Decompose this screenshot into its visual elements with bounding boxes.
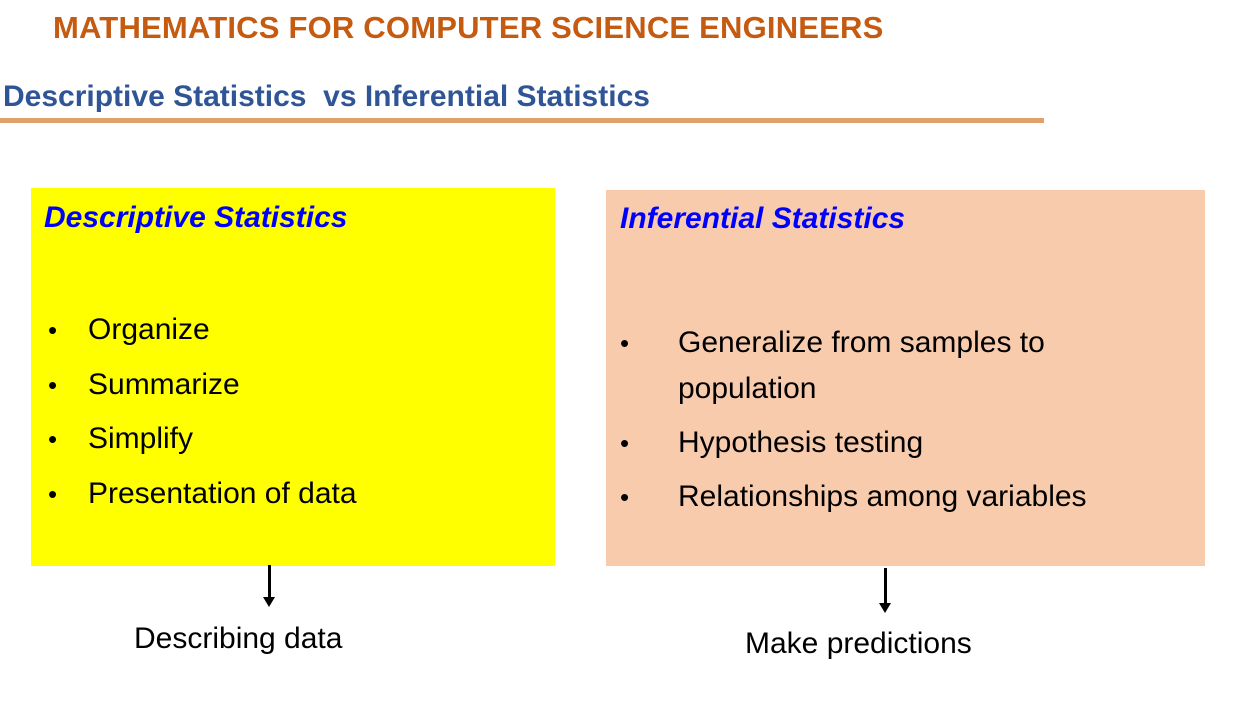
- list-item-text: Organize: [88, 313, 210, 346]
- list-item: • Summarize: [48, 363, 357, 418]
- list-item-text: Presentation of data: [88, 476, 357, 510]
- inferential-statistics-box: Inferential Statistics • Generalize from …: [606, 190, 1205, 566]
- down-arrow-icon: [879, 568, 891, 613]
- inferential-caption: Make predictions: [745, 627, 972, 660]
- descriptive-list: • Organize • Summarize • Simplify • Presenta…: [48, 308, 357, 526]
- list-item: • Organize: [48, 308, 357, 363]
- list-item: • Presentation of data: [48, 472, 357, 527]
- inferential-list: • Generalize from samples to population •…: [620, 320, 1118, 528]
- title-underline-divider: [0, 118, 1044, 123]
- descriptive-heading: Descriptive Statistics: [44, 201, 348, 234]
- list-item-text: Relationships among variables: [678, 480, 1087, 513]
- list-item: • Hypothesis testing: [620, 420, 1118, 466]
- bullet-icon: •: [620, 328, 630, 358]
- bullet-icon: •: [620, 428, 630, 458]
- bullet-icon: •: [48, 478, 58, 509]
- bullet-icon: •: [48, 424, 58, 454]
- bullet-icon: •: [48, 315, 58, 345]
- list-item-text: Simplify: [88, 422, 194, 455]
- descriptive-caption: Describing data: [134, 622, 343, 655]
- list-item-text: Hypothesis testing: [678, 426, 924, 459]
- list-item: • Relationships among variables: [620, 474, 1118, 520]
- descriptive-statistics-box: Descriptive Statistics • Organize • Summar…: [31, 188, 555, 566]
- inferential-heading: Inferential Statistics: [620, 202, 906, 235]
- course-title: MATHEMATICS FOR COMPUTER SCIENCE ENGINEE…: [53, 10, 884, 45]
- list-item-text: Summarize: [88, 367, 240, 401]
- list-item: • Generalize from samples to population: [620, 320, 1118, 412]
- bullet-icon: •: [48, 369, 58, 400]
- list-item-text: Generalize from samples to population: [678, 326, 1045, 405]
- list-item: • Simplify: [48, 417, 357, 472]
- down-arrow-icon: [263, 565, 275, 607]
- slide-title: Descriptive Statistics vs Inferential St…: [3, 80, 650, 113]
- bullet-icon: •: [620, 482, 630, 512]
